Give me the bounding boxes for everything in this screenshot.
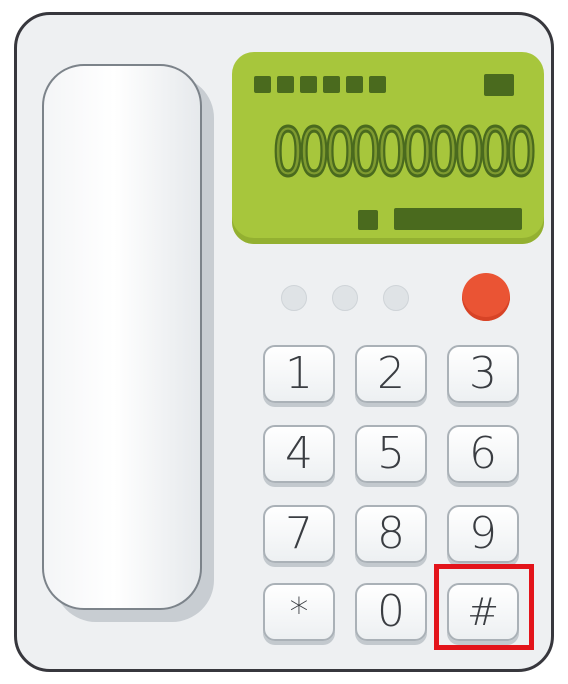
lcd-indicator-right (484, 74, 514, 96)
key-0[interactable]: 0 (355, 583, 427, 641)
key-1[interactable]: 1 (263, 345, 335, 403)
lcd-number: 0000000000 (271, 114, 537, 191)
lcd-status-bar (394, 208, 522, 230)
indicator-light-1 (281, 285, 307, 311)
key-5[interactable]: 5 (355, 425, 427, 483)
key-9[interactable]: 9 (447, 505, 519, 563)
lcd-indicator-6 (369, 76, 386, 93)
lcd-indicator-small (358, 210, 378, 230)
lcd-indicator-4 (323, 76, 340, 93)
lcd-indicator-5 (346, 76, 363, 93)
indicator-light-2 (332, 285, 358, 311)
indicator-light-3 (383, 285, 409, 311)
key-4[interactable]: 4 (263, 425, 335, 483)
key-2[interactable]: 2 (355, 345, 427, 403)
key-6[interactable]: 6 (447, 425, 519, 483)
key-star[interactable]: * (263, 583, 335, 641)
red-indicator-button[interactable] (462, 273, 510, 321)
lcd-indicator-1 (254, 76, 271, 93)
key-3[interactable]: 3 (447, 345, 519, 403)
lcd-indicator-2 (277, 76, 294, 93)
lcd-display: 0000000000 (232, 52, 544, 244)
key-hash[interactable]: # (447, 583, 519, 641)
handset[interactable] (42, 64, 202, 610)
key-8[interactable]: 8 (355, 505, 427, 563)
key-7[interactable]: 7 (263, 505, 335, 563)
lcd-indicator-3 (300, 76, 317, 93)
